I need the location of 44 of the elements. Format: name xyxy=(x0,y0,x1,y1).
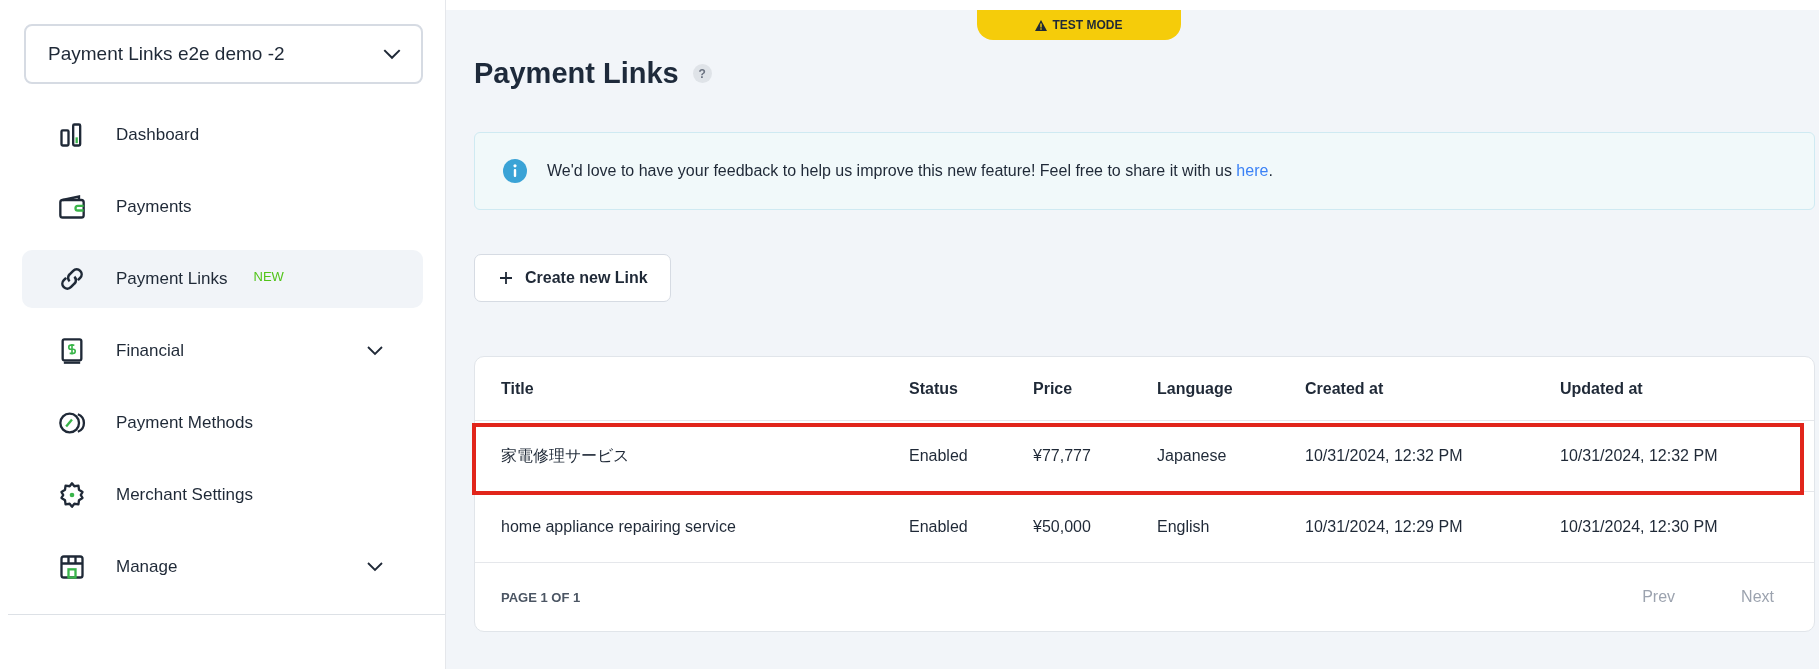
chevron-down-icon xyxy=(383,48,401,60)
page-title: Payment Links xyxy=(474,57,679,90)
sidebar-item[interactable]: Manage xyxy=(22,538,423,596)
sidebar-item[interactable]: Dashboard xyxy=(22,106,423,164)
table-cell-text: English xyxy=(1157,518,1211,536)
sidebar-item[interactable]: Financial xyxy=(22,322,423,380)
link-icon xyxy=(58,265,86,293)
table-cell-text: ¥77,777 xyxy=(1033,447,1092,465)
sidebar-item[interactable]: Payment Links NEW xyxy=(22,250,423,308)
settings-icon xyxy=(58,481,86,509)
column-header: Updated at xyxy=(1560,379,1644,398)
warning-icon xyxy=(1035,19,1048,31)
test-mode-badge: TEST MODE xyxy=(977,10,1181,40)
table-cell-text: Enabled xyxy=(909,447,969,465)
table-cell-text: 10/31/2024, 12:32 PM xyxy=(1560,447,1719,465)
table-cell-text: ¥50,000 xyxy=(1033,518,1092,536)
column-header: Language xyxy=(1157,379,1234,398)
store-icon xyxy=(58,553,86,581)
wallet-icon xyxy=(58,193,86,221)
account-dropdown[interactable]: Payment Links e2e demo -2 xyxy=(24,24,423,84)
table-cell-text: home appliance repairing service xyxy=(501,518,737,536)
table-cell-text: 10/31/2024, 12:30 PM xyxy=(1560,518,1719,536)
column-header: Created at xyxy=(1305,379,1385,398)
table-cell-text: 10/31/2024, 12:29 PM xyxy=(1305,518,1464,536)
help-icon[interactable]: ? xyxy=(692,64,712,83)
sidebar-item[interactable]: Payments xyxy=(22,178,423,236)
chevron-down-icon xyxy=(367,346,383,356)
page-indicator: PAGE 1 OF 1 xyxy=(501,589,581,605)
feedback-link[interactable]: here xyxy=(1236,162,1269,179)
sidebar-item[interactable]: Merchant Settings xyxy=(22,466,423,524)
table-cell-text: Japanese xyxy=(1157,447,1228,465)
info-icon xyxy=(503,159,527,183)
table-cell-text: 10/31/2024, 12:32 PM xyxy=(1305,447,1464,465)
new-label: NEW xyxy=(253,268,284,284)
plus-icon xyxy=(499,271,513,285)
chevron-down-icon xyxy=(367,562,383,572)
column-header: Title xyxy=(501,379,535,398)
column-header: Status xyxy=(909,379,959,398)
column-header: Price xyxy=(1033,379,1074,398)
sidebar-item[interactable]: Payment Methods xyxy=(22,394,423,452)
table-cell-text: Enabled xyxy=(909,518,969,536)
feedback-message: We'd love to have your feedback to help us improve this new feature! Feel free to share it with us here. xyxy=(547,162,1273,180)
create-link-button[interactable]: Create new Link xyxy=(474,254,671,302)
table-cell-text: 家電修理サービス xyxy=(501,445,630,466)
